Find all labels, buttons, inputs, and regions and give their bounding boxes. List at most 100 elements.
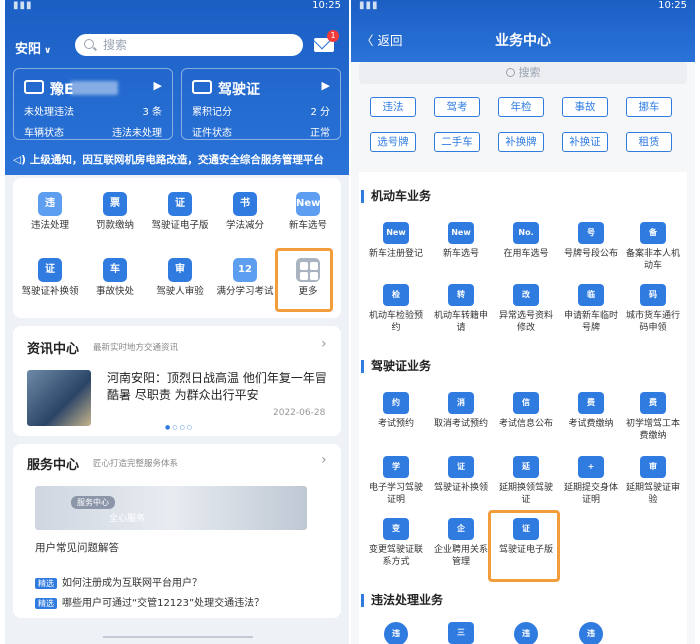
item-label: 延期驾驶证审验 <box>625 483 680 505</box>
news-image[interactable] <box>27 370 91 426</box>
grid-label: 违法处理 <box>30 220 69 231</box>
notification-badge: 1 <box>327 30 339 42</box>
news-date: 2022-06-28 <box>273 408 326 418</box>
service-item[interactable]: 转机动车转籍申请 <box>431 284 491 334</box>
plate-number-icon: No. <box>513 222 539 244</box>
chip-plate-select[interactable]: 选号牌 <box>370 132 416 152</box>
search-input[interactable]: 搜索 <box>359 62 687 84</box>
featured-tag: 精选 <box>35 578 57 589</box>
item-label: 企业聘用关系管理 <box>433 545 488 567</box>
grid-item-e-license[interactable]: 证驾驶证电子版 <box>149 192 211 232</box>
vehicle-card[interactable]: 豫E ▶ 未处理违法 3 条 车辆状态 违法未处理 <box>13 68 173 140</box>
status-time: 10:25 <box>658 0 687 11</box>
service-item[interactable]: 号号牌号段公布 <box>561 222 621 260</box>
grid-item-license-renew[interactable]: 证驾驶证补换领 <box>19 258 81 298</box>
service-item[interactable]: 改异常选号资料修改 <box>496 284 556 334</box>
license-card[interactable]: 驾驶证 ▶ 累积记分 2 分 证件状态 正常 <box>181 68 341 140</box>
section-vehicle: 机动车业务 <box>361 190 431 203</box>
grid-label: 驾驶证电子版 <box>151 220 209 231</box>
city-label: 安阳 <box>15 42 42 57</box>
speaker-icon: ◁) <box>13 154 26 166</box>
highlight-box <box>275 248 333 312</box>
notice-banner[interactable]: ◁) 上级通知，因互联网机房电路改造，交通安全综合服务管理平台 <box>13 152 345 167</box>
chip-move-car[interactable]: 挪车 <box>626 97 672 117</box>
chip-plate-replace[interactable]: 补换牌 <box>498 132 544 152</box>
notice-text: 上级通知，因互联网机房电路改造，交通安全综合服务管理平台 <box>29 154 324 166</box>
news-headline[interactable]: 河南安阳：顶烈日战高温 他们年复一年冒酷暑 尽职责 为群众出行平安 <box>107 370 327 404</box>
service-item[interactable]: 费初学增驾工本费缴纳 <box>623 392 683 442</box>
chip-violation[interactable]: 违法 <box>370 97 416 117</box>
three-icon: 三 <box>448 622 474 644</box>
chevron-down-icon: ∨ <box>44 46 52 56</box>
grid-label: 驾驶证补换领 <box>21 286 79 297</box>
grid-item-accident[interactable]: 车事故快处 <box>84 258 146 298</box>
chip-exam[interactable]: 驾考 <box>434 97 480 117</box>
service-item[interactable]: 变变更驾驶证联系方式 <box>366 518 426 568</box>
item-label: 机动车转籍申请 <box>433 311 488 333</box>
function-grid-panel: 违违法处理 票罚款缴纳 证驾驶证电子版 书学法减分 New 新车选号 证驾驶证补换… <box>13 178 341 318</box>
grid-item-review[interactable]: 审驾驶人审验 <box>149 258 211 298</box>
chevron-right-icon[interactable]: › <box>321 336 327 352</box>
service-item[interactable]: No. 在用车选号 <box>496 222 556 260</box>
item-label: 机动车检验预约 <box>368 311 423 333</box>
plate-range-icon: 号 <box>578 222 604 244</box>
service-item[interactable]: New 新车选号 <box>431 222 491 260</box>
grid-item-full-score[interactable]: 12 满分学习考试 <box>214 258 276 298</box>
chip-license-replace[interactable]: 补换证 <box>562 132 608 152</box>
item-label: 在用车选号 <box>503 249 549 259</box>
item-label: 考试信息公布 <box>498 419 553 429</box>
new-plate-icon: New <box>296 192 320 216</box>
grid-label: 满分学习考试 <box>216 286 274 297</box>
status-bar: ▮▮▮ 10:25 <box>5 0 349 14</box>
chip-inspection[interactable]: 年检 <box>498 97 544 117</box>
new-plate-icon: New <box>448 222 474 244</box>
service-item[interactable]: 违 <box>366 622 426 644</box>
service-item[interactable]: 临申请新车临时号牌 <box>561 284 621 334</box>
faq-item[interactable]: 精选 如何注册成为互联网平台用户？ <box>35 574 202 589</box>
item-label: 城市货车通行码申领 <box>625 311 680 333</box>
plate-blur <box>70 81 118 95</box>
card-row: 车辆状态 违法未处理 <box>24 124 162 139</box>
service-item[interactable]: 信考试信息公布 <box>496 392 556 430</box>
service-item[interactable]: 违 <box>561 622 621 644</box>
row-value: 2 分 <box>310 107 330 118</box>
grid-item-study[interactable]: 书学法减分 <box>214 192 276 232</box>
service-item[interactable]: 延延期换领驾驶证 <box>496 456 556 506</box>
service-item[interactable]: 费考试费缴纳 <box>561 392 621 430</box>
search-input[interactable]: 搜索 <box>75 34 303 56</box>
grid-label: 新车选号 <box>288 220 327 231</box>
chip-accident[interactable]: 事故 <box>562 97 608 117</box>
chip-rental[interactable]: 租赁 <box>626 132 672 152</box>
grid-item-plate-select[interactable]: New 新车选号 <box>277 192 339 232</box>
service-item[interactable]: 备备案非本人机动车 <box>623 222 683 272</box>
chip-used-car[interactable]: 二手车 <box>434 132 480 152</box>
item-label: 驾驶证补换领 <box>433 483 488 493</box>
company-icon: 企 <box>448 518 474 540</box>
faq-title: 用户常见问题解答 <box>35 542 119 554</box>
faq-item[interactable]: 精选 哪些用户可通过“交管12123”处理交通违法？ <box>35 594 264 609</box>
service-item[interactable]: 检机动车检验预约 <box>366 284 426 334</box>
service-item[interactable]: 证驾驶证补换领 <box>431 456 491 494</box>
service-item[interactable]: 码城市货车通行码申领 <box>623 284 683 334</box>
car-check-icon: 检 <box>383 284 409 306</box>
calendar-icon: 约 <box>383 392 409 414</box>
chevron-right-icon[interactable]: › <box>321 452 327 468</box>
service-item[interactable]: New 新车注册登记 <box>366 222 426 260</box>
service-item[interactable]: 消取消考试预约 <box>431 392 491 430</box>
service-item[interactable]: 学电子学习驾驶证明 <box>366 456 426 506</box>
grid-item-fine[interactable]: 票罚款缴纳 <box>84 192 146 232</box>
faq-text: 如何注册成为互联网平台用户？ <box>62 578 202 589</box>
service-item[interactable]: 三 <box>431 622 491 644</box>
license-icon: 证 <box>38 258 62 282</box>
service-item[interactable]: + 延期提交身体证明 <box>561 456 621 506</box>
city-selector[interactable]: 安阳 ∨ <box>15 38 51 57</box>
service-item[interactable]: 审延期驾驶证审验 <box>623 456 683 506</box>
service-item[interactable]: 企企业聘用关系管理 <box>431 518 491 568</box>
grid-item-violation[interactable]: 违违法处理 <box>19 192 81 232</box>
service-item[interactable]: 约考试预约 <box>366 392 426 430</box>
grid-label: 事故快处 <box>95 286 134 297</box>
section-violation: 违法处理业务 <box>361 594 443 607</box>
status-time: 10:25 <box>312 0 341 11</box>
calendar-cancel-icon: 消 <box>448 392 474 414</box>
service-item[interactable]: 违 <box>496 622 556 644</box>
